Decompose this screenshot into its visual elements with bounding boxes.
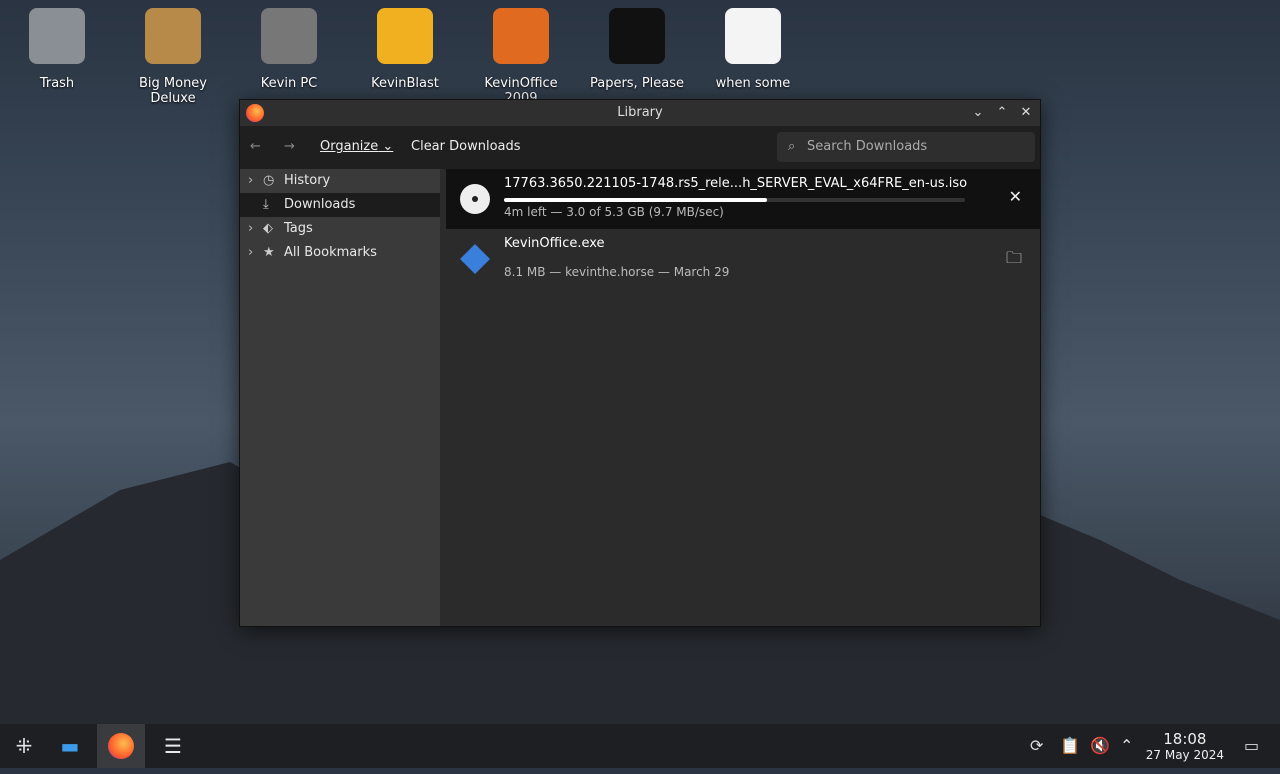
desktop-icon-label: Kevin PC	[260, 76, 318, 91]
app-icon	[145, 8, 201, 64]
progress-bar	[504, 198, 965, 202]
search-placeholder: Search Downloads	[807, 139, 928, 154]
chevron-right-icon[interactable]: ›	[248, 217, 253, 241]
sidebar-item-label: History	[284, 173, 331, 188]
sidebar-item-all-bookmarks[interactable]: › ★ All Bookmarks	[240, 241, 440, 265]
file-name: 17763.3650.221105-1748.rs5_rele...h_SERV…	[504, 176, 968, 191]
desktop-icon[interactable]: KevinBlast	[350, 8, 460, 91]
desktop-icon-label: when some	[715, 76, 791, 91]
time: 18:08	[1163, 730, 1207, 748]
desktop-icon[interactable]: when some	[698, 8, 808, 91]
library-window: Library ⌄ ⌃ ✕ ← → Organize ⌄ Clear Downl…	[239, 99, 1041, 627]
window-title: Library	[617, 105, 663, 120]
clock-icon: ◷	[263, 173, 275, 188]
firefox-icon	[246, 104, 264, 122]
downloads-list: 17763.3650.221105-1748.rs5_rele...h_SERV…	[446, 169, 1040, 626]
sidebar-item-label: All Bookmarks	[284, 245, 377, 260]
desktop-icon-label: Trash	[39, 76, 75, 91]
show-desktop-icon[interactable]: ▭	[1244, 736, 1259, 755]
desktop-icon[interactable]: KevinOffice 2009	[466, 8, 576, 106]
desktop-icon-label: KevinBlast	[371, 76, 439, 91]
chevron-up-icon[interactable]: ⌃	[1120, 736, 1133, 755]
close-button[interactable]: ✕	[1016, 100, 1036, 126]
taskbar: ⁜ ▬ ☰ ⟳ 📋 🔇 ⌃ 18:08 27 May 2024 ▭	[0, 724, 1280, 768]
open-folder-button[interactable]: 🗀	[1006, 247, 1022, 274]
download-item[interactable]: KevinOffice.exe 8.1 MB — kevinthe.horse …	[446, 229, 1040, 289]
clear-downloads-button[interactable]: Clear Downloads	[411, 139, 521, 154]
desktop-icon-label: Papers, Please	[589, 76, 685, 91]
sidebar-item-tags[interactable]: › ⬖ Tags	[240, 217, 440, 241]
settings-task-icon[interactable]: ☰	[149, 724, 197, 768]
sidebar-item-downloads[interactable]: ⤓ Downloads	[240, 193, 440, 217]
download-status: 4m left — 3.0 of 5.3 GB (9.7 MB/sec)	[504, 205, 724, 219]
download-item[interactable]: 17763.3650.221105-1748.rs5_rele...h_SERV…	[446, 169, 1040, 229]
forward-button[interactable]: →	[284, 139, 295, 154]
date: 27 May 2024	[1145, 748, 1224, 762]
chevron-right-icon[interactable]: ›	[248, 241, 253, 265]
volume-muted-icon[interactable]: 🔇	[1090, 736, 1110, 755]
tag-icon: ⬖	[263, 221, 273, 236]
search-icon: ⌕	[788, 139, 796, 154]
app-icon	[261, 8, 317, 64]
clock[interactable]: 18:08 27 May 2024	[1146, 730, 1224, 762]
toolbar: ← → Organize ⌄ Clear Downloads ⌕ Search D…	[240, 126, 1040, 169]
minimize-button[interactable]: ⌄	[968, 100, 988, 126]
app-icon	[725, 8, 781, 64]
organize-label: Organize	[320, 139, 379, 154]
app-icon	[493, 8, 549, 64]
app-icon	[609, 8, 665, 64]
sidebar-item-label: Tags	[284, 221, 313, 236]
desktop-icon[interactable]: Big Money Deluxe	[118, 8, 228, 106]
desktop-icon[interactable]: Papers, Please	[582, 8, 692, 91]
update-icon[interactable]: ⟳	[1030, 736, 1043, 755]
firefox-task-icon[interactable]	[97, 724, 145, 768]
star-icon: ★	[263, 245, 275, 260]
download-icon: ⤓	[263, 197, 269, 212]
search-input[interactable]: ⌕ Search Downloads	[777, 132, 1035, 162]
organize-menu[interactable]: Organize ⌄	[320, 139, 393, 154]
sidebar-item-history[interactable]: › ◷ History	[240, 169, 440, 193]
maximize-button[interactable]: ⌃	[992, 100, 1012, 126]
cancel-download-button[interactable]: ✕	[1009, 187, 1022, 206]
sidebar: › ◷ History ⤓ Downloads › ⬖ Tags › ★ All Bookma…	[240, 169, 440, 626]
file-icon	[460, 244, 490, 274]
app-icon	[377, 8, 433, 64]
disc-icon	[460, 184, 490, 214]
clipboard-icon[interactable]: 📋	[1060, 736, 1080, 755]
app-launcher-icon[interactable]: ⁜	[0, 724, 48, 768]
download-status: 8.1 MB — kevinthe.horse — March 29	[504, 265, 730, 279]
desktop-icon[interactable]: Kevin PC	[234, 8, 344, 91]
back-button[interactable]: ←	[250, 139, 261, 154]
chevron-right-icon[interactable]: ›	[248, 169, 253, 193]
sidebar-item-label: Downloads	[284, 197, 356, 212]
desktop-icon[interactable]: Trash	[2, 8, 112, 91]
file-manager-icon[interactable]: ▬	[46, 724, 94, 768]
file-name: KevinOffice.exe	[504, 236, 605, 251]
desktop-icon-label: Big Money Deluxe	[138, 76, 207, 106]
app-icon	[29, 8, 85, 64]
title-bar[interactable]: Library ⌄ ⌃ ✕	[240, 100, 1040, 126]
